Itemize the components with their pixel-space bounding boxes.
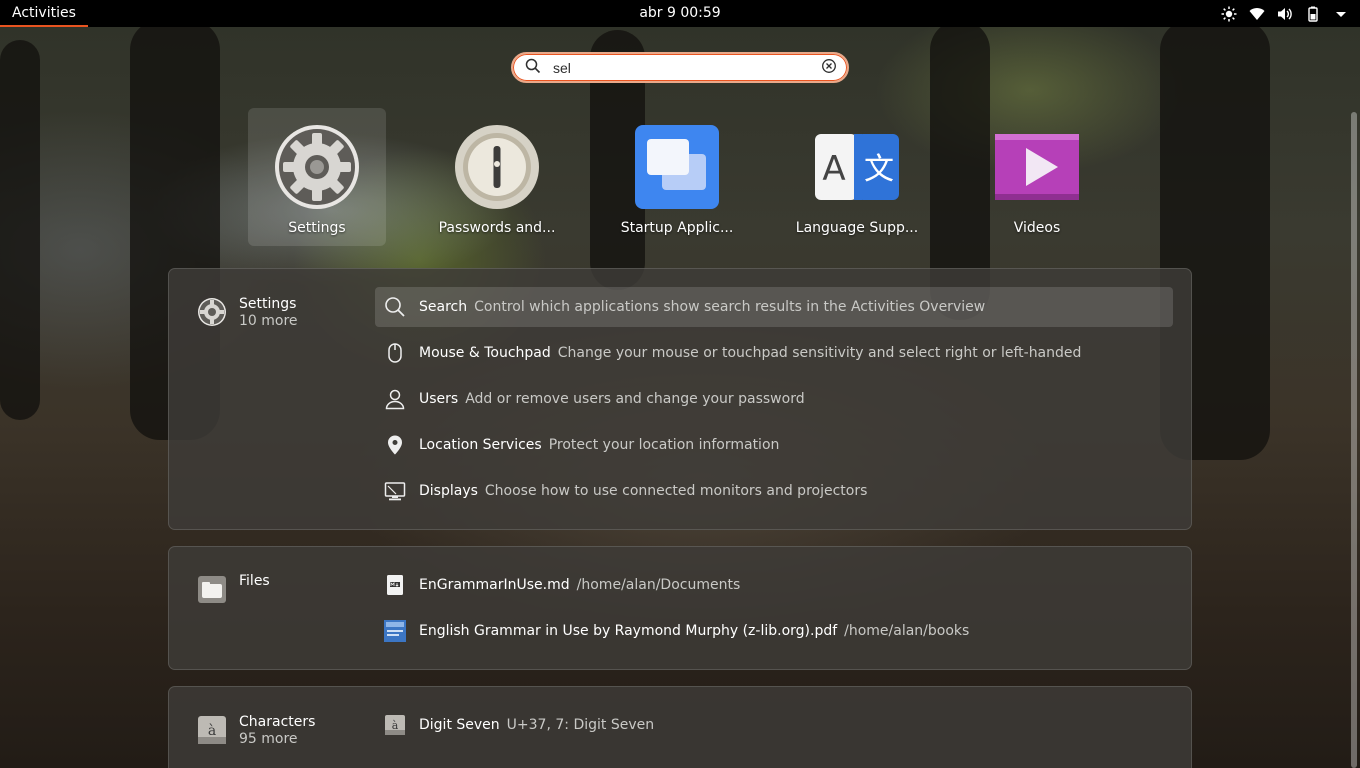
result-row-users[interactable]: Users Add or remove users and change you… — [375, 379, 1173, 419]
top-bar: Activities abr 9 00:59 — [0, 0, 1360, 27]
result-row-location-services[interactable]: Location Services Protect your location … — [375, 425, 1173, 465]
battery-icon[interactable] — [1304, 5, 1322, 23]
result-row-pdf-file[interactable]: English Grammar in Use by Raymond Murphy… — [375, 611, 1173, 651]
provider-name: Settings — [239, 296, 297, 312]
result-title: Digit Seven — [419, 717, 500, 733]
app-label: Videos — [1013, 220, 1061, 236]
clear-icon[interactable] — [821, 58, 837, 78]
settings-results-panel: Settings 10 more Search Control which ap… — [168, 268, 1192, 530]
passwords-keyring-icon — [454, 124, 540, 210]
result-row-search[interactable]: Search Control which applications show s… — [375, 287, 1173, 327]
location-pin-icon — [383, 433, 407, 457]
wifi-icon[interactable] — [1248, 5, 1266, 23]
character-icon: à — [383, 713, 407, 737]
result-title: English Grammar in Use by Raymond Murphy… — [419, 623, 838, 639]
settings-gear-icon — [274, 124, 360, 210]
result-title: Mouse & Touchpad — [419, 345, 551, 361]
volume-icon[interactable] — [1276, 5, 1294, 23]
app-label: Language Supp... — [795, 220, 919, 236]
app-label: Passwords and... — [438, 220, 556, 236]
search-input[interactable] — [553, 57, 821, 78]
result-description: /home/alan/books — [844, 623, 970, 639]
provider-more-count: 95 more — [239, 731, 298, 747]
app-label: Settings — [288, 220, 346, 236]
menu-arrow-icon[interactable] — [1332, 5, 1350, 23]
pdf-thumbnail-icon — [383, 619, 407, 643]
app-startup-applications[interactable]: Startup Applic... — [608, 108, 746, 246]
language-support-icon: A 文 — [814, 124, 900, 210]
folder-icon — [197, 574, 227, 604]
provider-files[interactable]: Files — [197, 573, 270, 604]
result-title: Location Services — [419, 437, 542, 453]
provider-characters[interactable]: à Characters 95 more — [197, 714, 315, 748]
videos-icon — [994, 124, 1080, 210]
markdown-file-icon — [383, 573, 407, 597]
result-title: Users — [419, 391, 459, 407]
mouse-icon — [383, 341, 407, 365]
activities-button[interactable]: Activities — [0, 0, 88, 27]
provider-name: Files — [239, 573, 270, 589]
brightness-icon[interactable] — [1220, 5, 1238, 23]
result-row-displays[interactable]: Displays Choose how to use connected mon… — [375, 471, 1173, 511]
app-settings[interactable]: Settings — [248, 108, 386, 246]
search-icon — [383, 295, 407, 319]
result-description: Protect your location information — [548, 437, 780, 453]
system-tray[interactable] — [1220, 0, 1350, 27]
result-description: Control which applications show search r… — [474, 299, 986, 315]
search-icon — [525, 58, 541, 78]
clock: abr 9 00:59 — [0, 0, 1360, 27]
app-language-support[interactable]: A 文 Language Supp... — [788, 108, 926, 246]
result-title: EnGrammarInUse.md — [419, 577, 570, 593]
provider-more-count: 10 more — [239, 313, 298, 329]
svg-text:A: A — [822, 149, 845, 189]
result-description: Add or remove users and change your pass… — [465, 391, 805, 407]
result-row-markdown-file[interactable]: EnGrammarInUse.md /home/alan/Documents — [375, 565, 1173, 605]
tree-trunk — [0, 40, 40, 420]
display-icon — [383, 479, 407, 503]
settings-gear-icon — [197, 297, 227, 327]
result-description: Change your mouse or touchpad sensitivit… — [557, 345, 1082, 361]
provider-settings[interactable]: Settings 10 more — [197, 296, 298, 330]
clock-label[interactable]: abr 9 00:59 — [639, 5, 720, 21]
result-title: Search — [419, 299, 468, 315]
app-label: Startup Applic... — [620, 220, 734, 236]
provider-name: Characters — [239, 714, 316, 730]
startup-applications-icon — [634, 124, 720, 210]
scrollbar[interactable] — [1351, 112, 1357, 768]
svg-text:文: 文 — [864, 152, 894, 187]
search-entry[interactable] — [511, 52, 849, 83]
app-videos[interactable]: Videos — [968, 108, 1106, 246]
svg-text:à: à — [392, 719, 399, 732]
result-row-digit-seven[interactable]: à Digit Seven U+37, 7: Digit Seven — [375, 705, 1173, 745]
app-passwords[interactable]: Passwords and... — [428, 108, 566, 246]
character-icon: à — [197, 715, 227, 745]
result-title: Displays — [419, 483, 478, 499]
svg-text:à: à — [208, 722, 216, 739]
files-results-panel: Files EnGrammarInUse.md /home/alan/Docum… — [168, 546, 1192, 670]
characters-results-panel: à Characters 95 more à Digit Seven U+37,… — [168, 686, 1192, 768]
app-results-row: Settings Passwords and... Startup Applic… — [248, 108, 1118, 246]
result-description: Choose how to use connected monitors and… — [484, 483, 868, 499]
result-description: /home/alan/Documents — [576, 577, 741, 593]
result-row-mouse-touchpad[interactable]: Mouse & Touchpad Change your mouse or to… — [375, 333, 1173, 373]
result-description: U+37, 7: Digit Seven — [506, 717, 655, 733]
user-icon — [383, 387, 407, 411]
